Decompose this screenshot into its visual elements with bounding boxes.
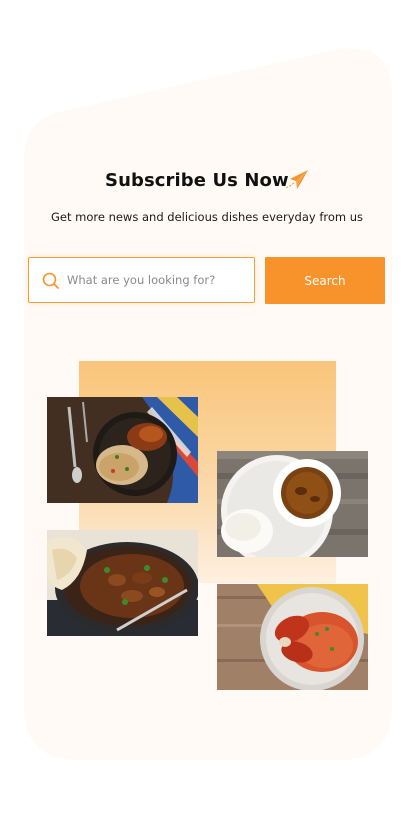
dish-photo-jollof-rice-chicken <box>217 584 368 690</box>
search-button[interactable]: Search <box>265 257 385 304</box>
dish-photo-grilled-chicken-rice <box>47 397 198 503</box>
subscribe-title: Subscribe Us Now <box>105 170 289 191</box>
dish-photo-meat-stew-naan <box>47 530 198 636</box>
subscribe-subtitle: Get more news and delicious dishes every… <box>50 210 364 224</box>
subscribe-header: Subscribe Us Now <box>0 168 414 198</box>
dish-photo-pounded-yam-soup <box>217 451 368 557</box>
paper-plane-icon <box>284 170 308 189</box>
search-field[interactable] <box>28 257 255 303</box>
search-icon <box>42 272 59 289</box>
search-input[interactable] <box>67 258 247 302</box>
